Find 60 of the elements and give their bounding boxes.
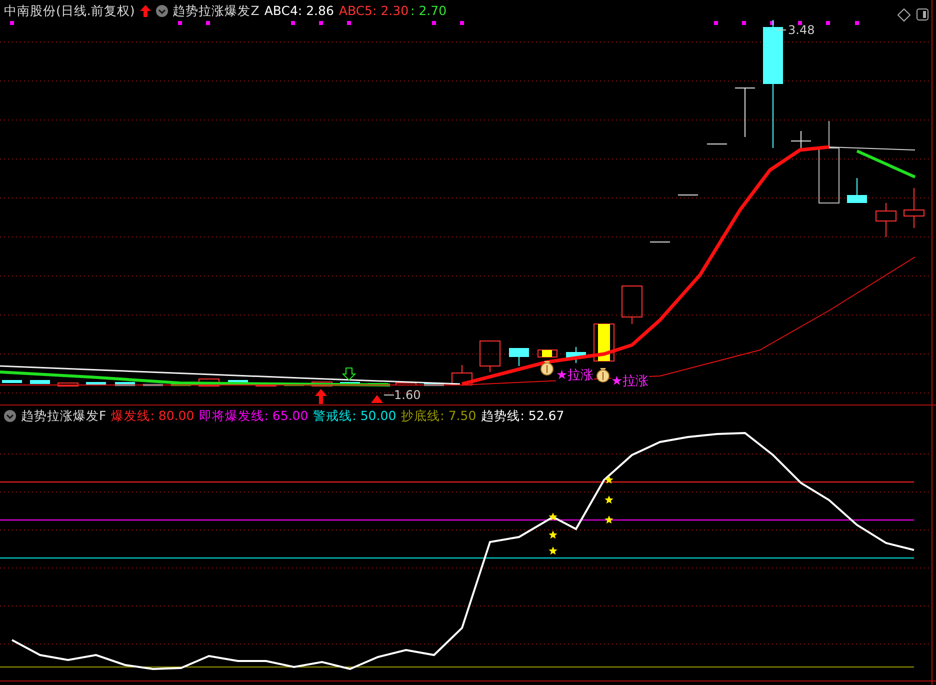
- candlestick: [396, 382, 416, 386]
- candlestick: [622, 286, 642, 324]
- indicator-value: 警戒线: 50.00: [313, 410, 396, 422]
- indicator-name: 趋势拉涨爆发F: [21, 410, 106, 422]
- star-icon: [548, 546, 558, 555]
- candlestick: [256, 382, 276, 386]
- indicator-value: 趋势线: 52.67: [481, 410, 564, 422]
- star-icon: [604, 516, 614, 524]
- up-arrow-icon: [140, 5, 151, 18]
- candlestick: [538, 350, 558, 358]
- price-high-label: 3.48: [788, 24, 815, 36]
- candlestick: [594, 324, 614, 362]
- star-icon: [548, 530, 558, 539]
- candlestick: [734, 88, 756, 138]
- candlestick: [30, 380, 50, 384]
- down-arrow-icon: [342, 368, 356, 381]
- indicator-value: 爆发线: 80.00: [111, 410, 194, 422]
- candlestick: [566, 346, 586, 364]
- candlestick: [678, 194, 698, 196]
- dropdown-icon[interactable]: [156, 5, 168, 18]
- indicator-name: 趋势拉涨爆发Z: [172, 5, 260, 18]
- money-bag-icon: [596, 368, 610, 382]
- leader-line: [384, 394, 394, 396]
- star-icon: [548, 512, 558, 521]
- star-icon: [604, 476, 614, 484]
- candlestick: [115, 382, 135, 386]
- candlestick: [790, 130, 812, 148]
- indicator-value: ABC4: 2.86: [264, 5, 334, 18]
- candlestick: [171, 383, 191, 386]
- dropdown-icon[interactable]: [4, 410, 16, 422]
- candlestick: [312, 382, 332, 386]
- candlestick: [368, 383, 388, 386]
- candlestick: [86, 382, 106, 385]
- indicator-value: 即将爆发线: 65.00: [199, 410, 308, 422]
- candlestick: [509, 348, 529, 366]
- candlestick: [904, 188, 924, 228]
- candlestick: [2, 380, 22, 383]
- up-triangle-icon: [371, 395, 383, 403]
- indicator-value: : 2.70: [410, 5, 447, 18]
- candlestick: [58, 382, 78, 386]
- candlestick: [424, 383, 444, 386]
- money-bag-icon: [540, 361, 554, 376]
- signal-label: ★拉涨: [556, 369, 594, 382]
- candlestick: [452, 364, 472, 386]
- candlestick: [876, 202, 896, 238]
- candlestick: [228, 380, 248, 383]
- candlestick: [480, 340, 500, 372]
- up-arrow-icon: [315, 389, 327, 404]
- candlestick: [847, 178, 867, 204]
- diamond-icon: [897, 8, 911, 22]
- stock-title: 中南股份(日线.前复权): [4, 5, 135, 18]
- indicator-value: ABC5: 2.30: [338, 5, 409, 18]
- candlestick: [340, 382, 360, 386]
- price-low-label: 1.60: [394, 389, 421, 401]
- candlestick: [143, 384, 163, 386]
- indicator-value: 抄底线: 7.50: [401, 410, 476, 422]
- star-icon: [604, 496, 614, 504]
- signal-label: ★拉涨: [611, 375, 649, 388]
- panel-toggle-icon: [916, 8, 928, 20]
- candlestick: [198, 378, 220, 386]
